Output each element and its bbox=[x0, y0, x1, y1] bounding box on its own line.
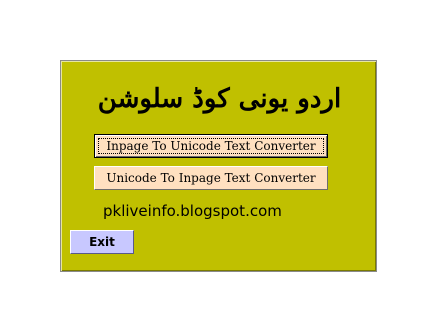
app-title: اردو یونی کوڈ سلوشن bbox=[97, 84, 342, 114]
website-label: pkliveinfo.blogspot.com bbox=[103, 202, 282, 220]
exit-button[interactable]: Exit bbox=[70, 230, 134, 254]
unicode-to-inpage-button[interactable]: Unicode To Inpage Text Converter bbox=[94, 166, 328, 190]
main-form-panel: اردو یونی کوڈ سلوشن Inpage To Unicode Te… bbox=[60, 60, 377, 272]
inpage-to-unicode-button[interactable]: Inpage To Unicode Text Converter bbox=[94, 134, 328, 158]
